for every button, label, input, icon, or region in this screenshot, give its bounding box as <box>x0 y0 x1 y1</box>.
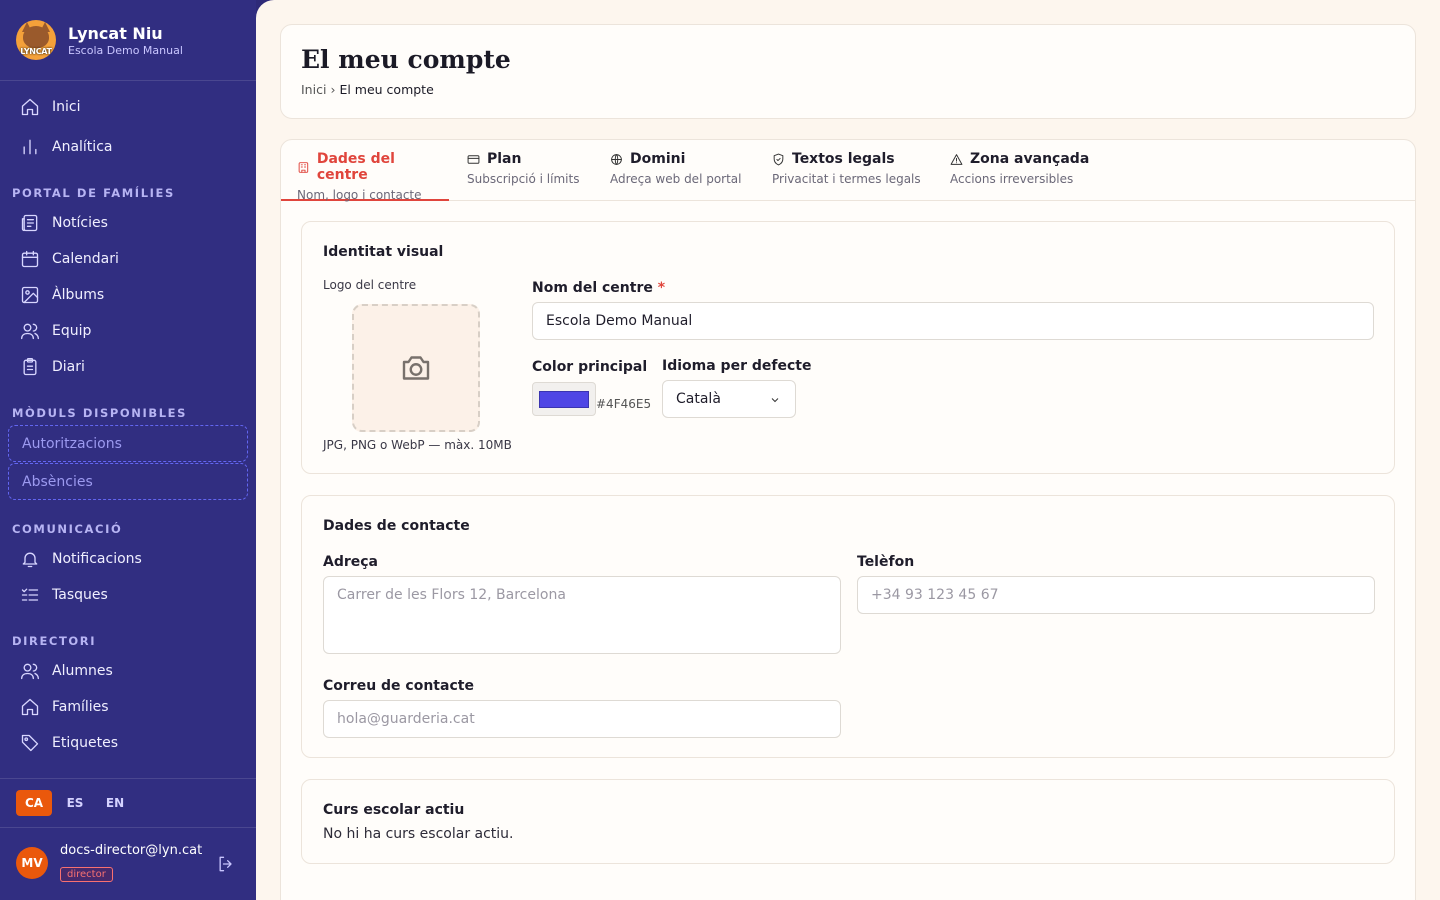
brand-subtitle: Escola Demo Manual <box>68 43 183 57</box>
logo-upload[interactable] <box>352 304 480 432</box>
center-name-input[interactable]: Escola Demo Manual <box>532 302 1374 340</box>
address-label: Adreça <box>323 554 379 570</box>
nav-item-calendari[interactable]: Calendari <box>20 247 119 271</box>
newspaper-icon <box>21 214 38 232</box>
users-icon <box>21 663 39 680</box>
nav-item-albums[interactable]: Àlbums <box>20 283 104 307</box>
home-icon <box>21 698 39 716</box>
sidebar-divider <box>0 827 256 828</box>
calendar-icon <box>21 250 39 268</box>
logout-icon <box>219 856 232 872</box>
lang-en-button[interactable]: EN <box>104 790 126 816</box>
logo-label: Logo del centre <box>323 278 417 292</box>
breadcrumb-current: El meu compte <box>339 82 434 97</box>
tab-textos-legals[interactable]: Textos legals Privacitat i termes legals <box>772 140 921 201</box>
logo-hint: JPG, PNG o WebP — màx. 10MB <box>323 438 512 452</box>
contact-section: Dades de contacte Adreça Carrer de les F… <box>301 495 1395 758</box>
lang-es-button[interactable]: ES <box>64 790 86 816</box>
color-label: Color principal <box>532 359 648 375</box>
required-mark: * <box>657 280 666 296</box>
lyncat-logo: LYNCAT <box>16 20 56 60</box>
email-label: Correu de contacte <box>323 678 474 694</box>
phone-input[interactable]: +34 93 123 45 67 <box>857 576 1375 614</box>
identity-section: Identitat visual Logo del centre JPG, PN… <box>301 221 1395 474</box>
sidebar: LYNCAT Lyncat Niu Escola Demo Manual Ini… <box>0 0 256 900</box>
breadcrumb-separator: › <box>330 82 336 97</box>
tab-domini[interactable]: Domini Adreça web del portal <box>610 140 742 201</box>
logout-button[interactable] <box>216 854 236 874</box>
tag-icon <box>21 734 39 752</box>
module-item-absencies[interactable]: Absències <box>8 463 248 500</box>
email-input[interactable]: hola@guarderia.cat <box>323 700 841 738</box>
nav-item-diari[interactable]: Diari <box>20 355 85 379</box>
section-label-portal: PORTAL DE FAMÍLIES <box>12 186 175 200</box>
shield-check-icon <box>773 153 784 165</box>
breadcrumb-home-link[interactable]: Inici <box>301 82 326 97</box>
nav-item-tasques[interactable]: Tasques <box>20 583 108 607</box>
role-badge: director <box>60 867 113 882</box>
school-year-section: Curs escolar actiu No hi ha curs escolar… <box>301 779 1395 864</box>
home-icon <box>21 98 39 116</box>
credit-card-icon <box>467 154 480 164</box>
brand-name: Lyncat Niu <box>68 23 163 43</box>
brand-header[interactable]: LYNCAT Lyncat Niu Escola Demo Manual <box>0 0 256 81</box>
nav-item-inici[interactable]: Inici <box>20 95 80 119</box>
breadcrumb: Inici › El meu compte <box>301 82 434 97</box>
section-label-director: DIRECTORI <box>12 634 97 648</box>
building-icon <box>298 161 309 173</box>
tab-dades-del-centre[interactable]: Dades del centre Nom, logo i contacte <box>281 140 449 202</box>
nav-item-noticies[interactable]: Notícies <box>20 211 108 235</box>
language-label: Idioma per defecte <box>662 358 812 374</box>
section-label-communication: COMUNICACIÓ <box>12 522 123 536</box>
address-textarea[interactable]: Carrer de les Flors 12, Barcelona <box>323 576 841 654</box>
users-icon <box>21 323 39 340</box>
sidebar-divider <box>0 778 256 779</box>
bar-chart-icon <box>23 139 37 155</box>
nav-item-alumnes[interactable]: Alumnes <box>20 659 113 683</box>
settings-card: Dades del centre Nom, logo i contacte Pl… <box>280 139 1416 900</box>
chevron-down-icon <box>771 398 779 403</box>
phone-label: Telèfon <box>857 554 915 570</box>
section-title: Identitat visual <box>323 244 444 260</box>
page-title: El meu compte <box>301 45 511 74</box>
lang-ca-button[interactable]: CA <box>16 790 52 816</box>
nav-item-etiquetes[interactable]: Etiquetes <box>20 731 118 755</box>
module-item-autoritzacions[interactable]: Autoritzacions <box>8 425 248 462</box>
warning-icon <box>950 153 963 165</box>
bell-icon <box>22 552 38 568</box>
name-label: Nom del centre * <box>532 280 666 296</box>
color-hex: #4F46E5 <box>596 397 652 411</box>
page-header: El meu compte Inici › El meu compte <box>280 24 1416 119</box>
section-title: Dades de contacte <box>323 518 470 534</box>
section-label-modules: MÒDULS DISPONIBLES <box>12 406 187 420</box>
clipboard-icon <box>23 358 37 376</box>
camera-icon <box>402 356 430 380</box>
nav-item-analitica[interactable]: Analítica <box>20 135 112 159</box>
tab-plan[interactable]: Plan Subscripció i límits <box>467 140 579 201</box>
settings-tabs: Dades del centre Nom, logo i contacte Pl… <box>281 140 1415 202</box>
nav-item-equip[interactable]: Equip <box>20 319 91 343</box>
tab-zona-avancada[interactable]: Zona avançada Accions irreversibles <box>950 140 1089 201</box>
avatar: MV <box>16 847 48 879</box>
globe-icon <box>611 153 622 165</box>
user-email: docs-director@lyn.cat <box>60 843 203 858</box>
nav-item-families[interactable]: Famílies <box>20 695 109 719</box>
color-swatch <box>539 391 589 408</box>
language-select[interactable]: Català <box>662 380 796 418</box>
color-picker[interactable] <box>532 382 596 416</box>
tasks-icon <box>21 588 39 601</box>
image-icon <box>21 286 39 304</box>
main-content: El meu compte Inici › El meu compte Dade… <box>256 0 1440 900</box>
nav-item-notificacions[interactable]: Notificacions <box>20 547 142 571</box>
section-title: Curs escolar actiu <box>323 802 465 818</box>
empty-state-text: No hi ha curs escolar actiu. <box>323 826 514 842</box>
